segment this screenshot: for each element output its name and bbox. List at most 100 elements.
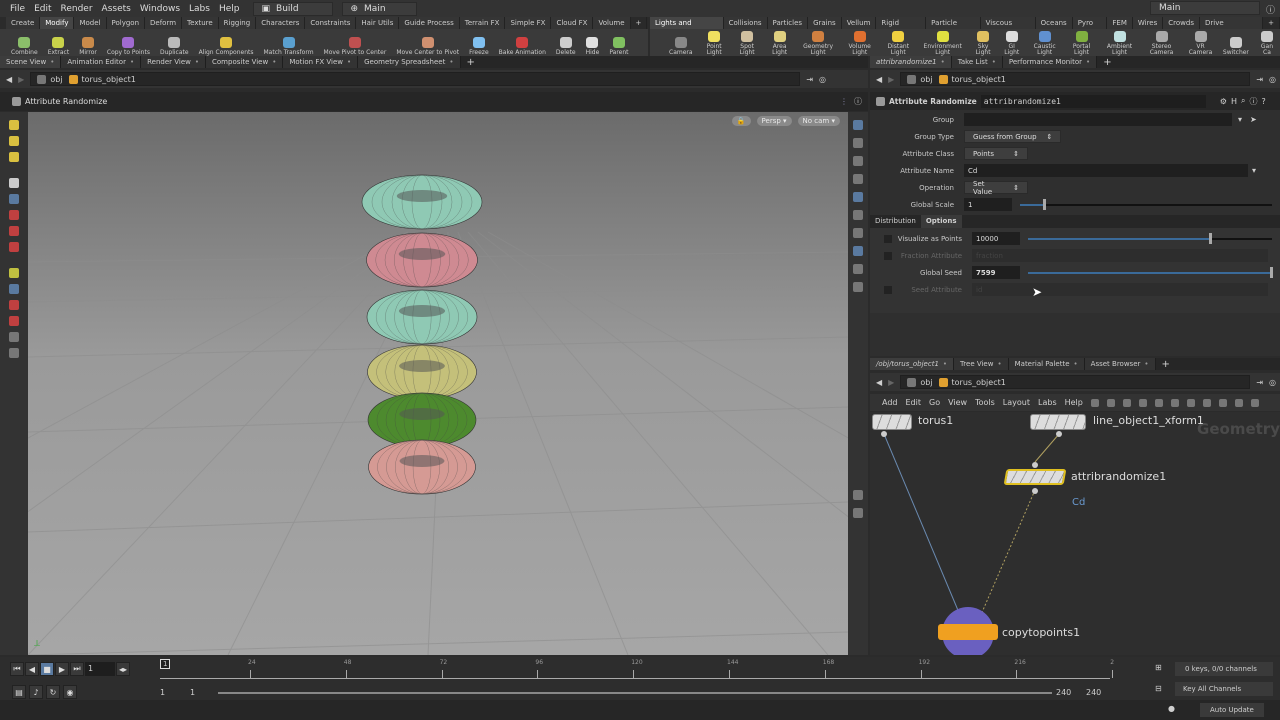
note-icon[interactable]: [1186, 398, 1195, 407]
pane-tab-attribrandomize1[interactable]: attribrandomize1 •: [870, 56, 952, 68]
node-torus1[interactable]: [872, 414, 912, 430]
params-path-field[interactable]: obj torus_object1: [900, 72, 1251, 86]
network-editor[interactable]: Geometry torus1 line_object1_xform1 attr…: [870, 412, 1280, 655]
shelf-tab-constraints[interactable]: Constraints: [305, 17, 357, 29]
keys-icon[interactable]: ⊞: [1155, 663, 1162, 672]
shelf-tool-distant-light[interactable]: Distant Light: [879, 31, 917, 56]
forward-icon[interactable]: ▶: [888, 378, 894, 387]
step-button[interactable]: ◂▸: [116, 662, 130, 676]
node-copytopoints1[interactable]: [938, 607, 998, 655]
grid-icon[interactable]: [853, 508, 863, 518]
menu-labs[interactable]: Labs: [189, 4, 210, 14]
network-menu-view[interactable]: View: [948, 398, 967, 407]
camera-lock-icon[interactable]: 🔒: [731, 116, 751, 126]
snap-icon[interactable]: [9, 284, 19, 294]
key-mode-icon[interactable]: ⊟: [1155, 684, 1162, 693]
torus1-output[interactable]: [881, 431, 887, 437]
realtime-icon[interactable]: ▤: [12, 685, 26, 699]
ghost-icon[interactable]: [853, 210, 863, 220]
close-tab-icon[interactable]: •: [941, 58, 945, 66]
shelf-tool-move-center-to-pivot[interactable]: Move Center to Pivot: [391, 37, 464, 56]
shelf-tool-camera[interactable]: Camera: [664, 37, 698, 56]
loop-icon[interactable]: ↻: [46, 685, 60, 699]
group-type-menu[interactable]: Guess from Group ⇕: [964, 130, 1062, 143]
main-select-right[interactable]: Main: [1150, 1, 1260, 15]
shelf-tool-align-components[interactable]: Align Components: [194, 37, 259, 56]
shelf-tool-parent[interactable]: Parent: [604, 37, 633, 56]
shelf-tool-mirror[interactable]: Mirror: [74, 37, 102, 56]
pane-tab-material-palette[interactable]: Material Palette •: [1008, 358, 1085, 370]
grid-icon[interactable]: [1154, 398, 1163, 407]
frame-marker[interactable]: 1: [160, 659, 171, 669]
global-seed-field[interactable]: 7599: [972, 266, 1020, 279]
back-icon[interactable]: ◀: [6, 75, 12, 84]
shelf-tool-volume-light[interactable]: Volume Light: [840, 31, 879, 56]
flipbook-icon[interactable]: [853, 282, 863, 292]
shelf-tab-model[interactable]: Model: [74, 17, 107, 29]
shelf-tab-terrain-fx[interactable]: Terrain FX: [459, 17, 506, 29]
update-mode-select[interactable]: Auto Update: [1200, 703, 1264, 717]
context-select[interactable]: ⊕ Main: [341, 1, 417, 16]
move-tool-icon[interactable]: [9, 210, 19, 220]
shelf-tool-environment-light[interactable]: Environment Light: [917, 31, 968, 56]
shelf-tool-bake-animation[interactable]: Bake Animation: [494, 37, 551, 56]
shelf-tool-copy-to-points[interactable]: Copy to Points: [102, 37, 155, 56]
menu-file[interactable]: File: [10, 4, 25, 14]
close-tab-icon[interactable]: •: [347, 58, 351, 66]
wireframe-icon[interactable]: [853, 192, 863, 202]
help-icon[interactable]: ⓘ: [1266, 3, 1275, 16]
network-path-field[interactable]: obj torus_object1: [900, 375, 1251, 389]
range-slider[interactable]: [218, 692, 1052, 694]
lights-icon[interactable]: [853, 138, 863, 148]
stop-button[interactable]: ■: [40, 662, 54, 676]
color-icon[interactable]: [1138, 398, 1147, 407]
sim-icon[interactable]: ◉: [63, 685, 77, 699]
pin-icon[interactable]: ⇥: [806, 75, 813, 84]
close-tab-icon[interactable]: •: [50, 58, 54, 66]
add-shelf-tab-icon[interactable]: +: [1263, 17, 1280, 29]
pane-tab-motion-fx-view[interactable]: Motion FX View •: [283, 56, 359, 68]
node-name-field[interactable]: attribrandomize1: [980, 94, 1206, 108]
image-icon[interactable]: [1170, 398, 1179, 407]
menu-assets[interactable]: Assets: [102, 4, 131, 14]
pane-tab-scene-view[interactable]: Scene View •: [0, 56, 62, 68]
add-pane-tab-icon[interactable]: +: [1156, 359, 1176, 370]
pane-tab-geometry-spreadsheet[interactable]: Geometry Spreadsheet •: [358, 56, 461, 68]
jump-start-button[interactable]: ⏮: [10, 662, 24, 676]
tab-distribution[interactable]: Distribution: [870, 215, 921, 228]
shelf-tool-point-light[interactable]: Point Light: [698, 31, 731, 56]
attribute-class-menu[interactable]: Points ⇕: [964, 147, 1028, 160]
pane-tab-performance-monitor[interactable]: Performance Monitor •: [1002, 56, 1098, 68]
node-attribrandomize1[interactable]: [1003, 469, 1067, 485]
shelf-tab-characters[interactable]: Characters: [256, 17, 306, 29]
pane-tab-asset-browser[interactable]: Asset Browser •: [1084, 358, 1156, 370]
menu-help[interactable]: Help: [219, 4, 240, 14]
shelf-tab-cloud-fx[interactable]: Cloud FX: [551, 17, 594, 29]
close-tab-icon[interactable]: •: [130, 58, 134, 66]
points-icon[interactable]: [853, 228, 863, 238]
menu-edit[interactable]: Edit: [34, 4, 51, 14]
lock-camera-icon[interactable]: [853, 156, 863, 166]
shelf-tool-duplicate[interactable]: Duplicate: [155, 37, 194, 56]
shelf-tab-pyro-fx[interactable]: Pyro FX: [1072, 17, 1108, 39]
scene-path-field[interactable]: obj torus_object1: [30, 72, 801, 86]
shelf-tab-texture[interactable]: Texture: [182, 17, 219, 29]
pane-tab-render-view[interactable]: Render View •: [141, 56, 207, 68]
close-tab-icon[interactable]: •: [272, 58, 276, 66]
pane-tab-composite-view[interactable]: Composite View •: [206, 56, 284, 68]
shelf-tool-switcher[interactable]: Switcher: [1218, 37, 1254, 56]
group-dropdown-icon[interactable]: ▾: [1238, 115, 1242, 124]
network-menu-edit[interactable]: Edit: [906, 398, 922, 407]
paint-icon[interactable]: [9, 316, 19, 326]
link-icon[interactable]: ◎: [819, 75, 826, 84]
keys-info[interactable]: 0 keys, 0/0 channels: [1175, 662, 1273, 676]
range-end-field[interactable]: 240: [1056, 688, 1071, 697]
shelf-tool-gi-light[interactable]: GI Light: [998, 31, 1025, 56]
close-tab-icon[interactable]: •: [1144, 360, 1148, 368]
audio-icon[interactable]: ♪: [29, 685, 43, 699]
search-icon[interactable]: [1234, 398, 1243, 407]
shelf-tool-move-pivot-to-center[interactable]: Move Pivot to Center: [319, 37, 392, 56]
render-region-icon[interactable]: [9, 332, 19, 342]
play-reverse-button[interactable]: ◀: [25, 662, 39, 676]
shelf-tab-particle-fluids[interactable]: Particle Fluids: [926, 17, 981, 39]
